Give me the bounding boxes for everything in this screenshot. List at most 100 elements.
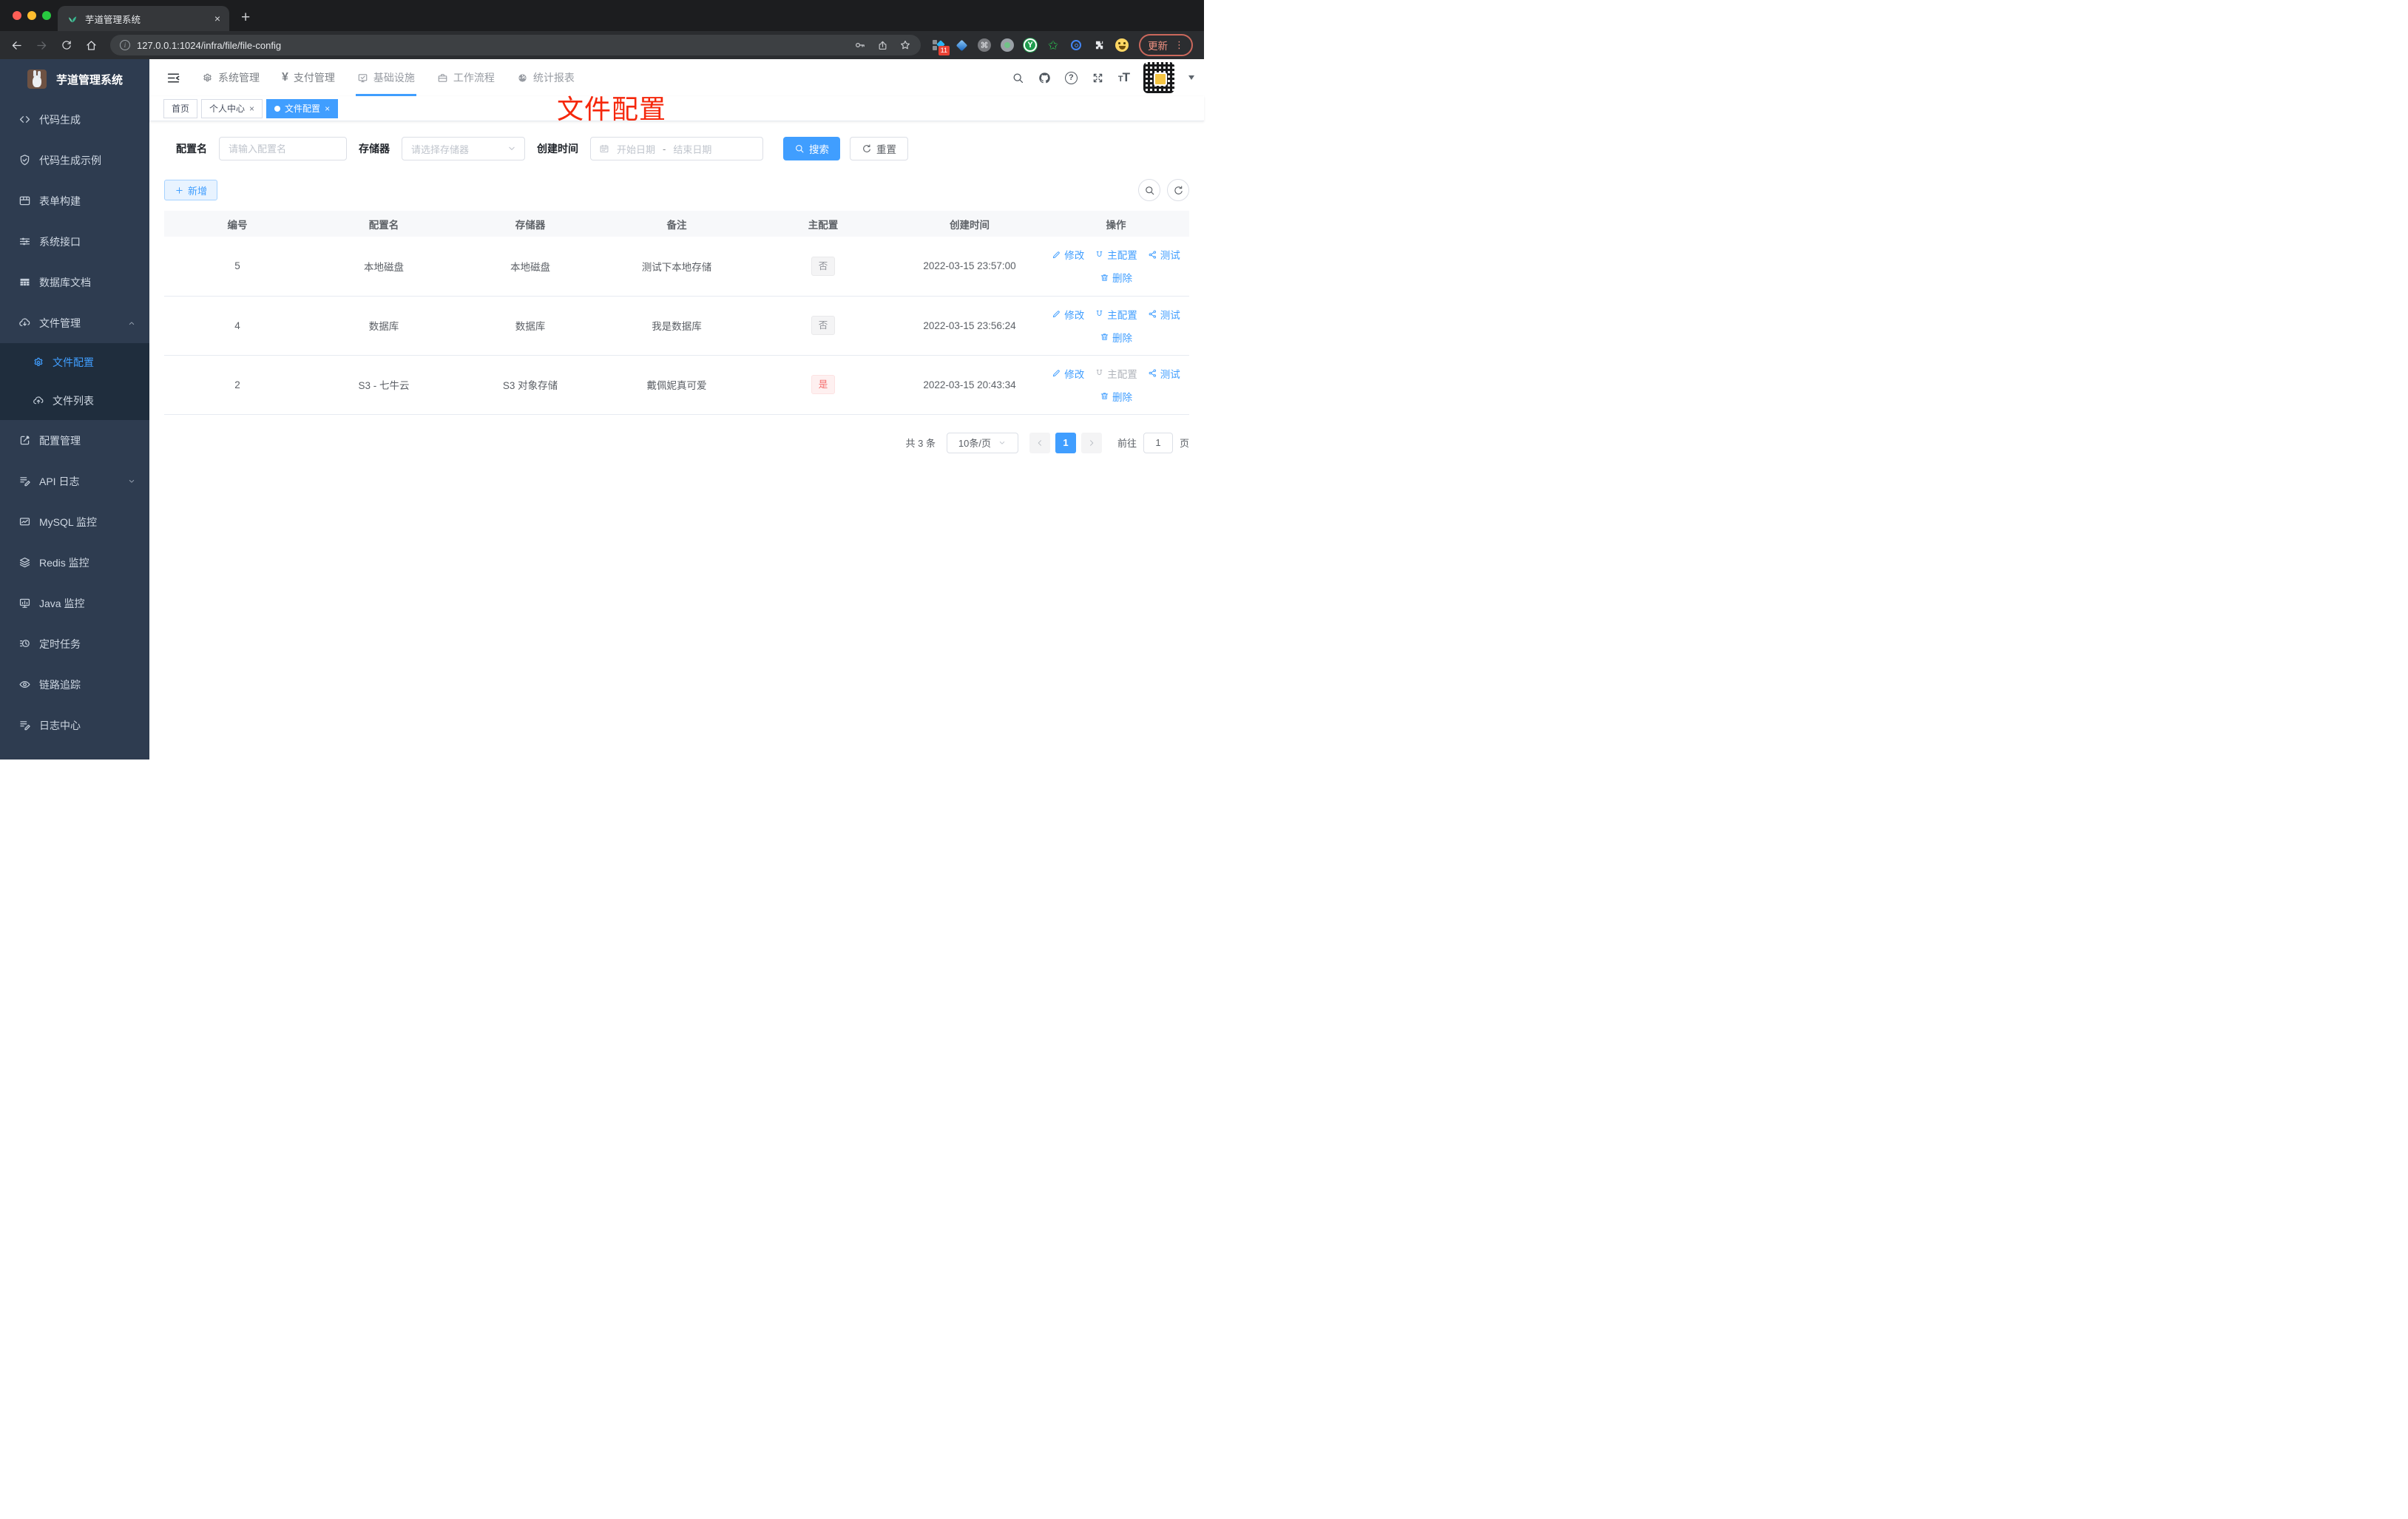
master-action[interactable]: 主配置: [1095, 307, 1137, 322]
sidebar-collapse-icon[interactable]: [166, 70, 181, 86]
date-end-placeholder[interactable]: 结束日期: [673, 142, 711, 156]
app-title: 芋道管理系统: [56, 73, 124, 87]
sidebar-item-redis-monitor[interactable]: Redis 监控: [0, 542, 149, 583]
goto-page-input[interactable]: [1143, 432, 1173, 453]
search-button[interactable]: 搜索: [783, 137, 840, 160]
test-action[interactable]: 测试: [1148, 366, 1180, 381]
avatar-caret-icon[interactable]: [1188, 75, 1194, 80]
tag-file-config[interactable]: 文件配置 ×: [266, 98, 339, 118]
extension-dot-icon[interactable]: [1001, 38, 1014, 52]
window-zoom-button[interactable]: [42, 11, 51, 20]
delete-action[interactable]: 删除: [1100, 330, 1132, 345]
reload-button[interactable]: [61, 39, 72, 51]
sidebar-item-file-config[interactable]: 文件配置: [0, 343, 149, 382]
extension-emoji-icon[interactable]: [1115, 38, 1129, 52]
bookmark-star-icon[interactable]: [899, 39, 911, 51]
master-tag: 否: [811, 315, 836, 336]
share-icon: [1148, 309, 1157, 319]
menu-system-management[interactable]: 系统管理: [191, 59, 271, 96]
tag-profile[interactable]: 个人中心 ×: [201, 98, 263, 118]
share-export-icon[interactable]: [877, 40, 888, 51]
date-start-placeholder[interactable]: 开始日期: [617, 142, 655, 156]
toggle-search-button[interactable]: [1138, 179, 1160, 201]
menu-statistics[interactable]: 统计报表: [506, 59, 586, 96]
sliders-icon: [18, 235, 31, 248]
next-page-button[interactable]: [1080, 432, 1102, 453]
help-icon[interactable]: ?: [1064, 71, 1078, 84]
edit-action[interactable]: 修改: [1052, 366, 1084, 381]
close-icon[interactable]: ×: [325, 104, 330, 113]
test-action[interactable]: 测试: [1148, 247, 1180, 262]
close-icon[interactable]: ×: [249, 104, 254, 113]
extension-star-icon[interactable]: ✩: [1046, 38, 1060, 52]
fullscreen-icon[interactable]: [1092, 72, 1104, 84]
yen-icon: ¥: [282, 71, 288, 84]
sidebar-item-code-demo[interactable]: 代码生成示例: [0, 140, 149, 180]
sidebar-logo[interactable]: 芋道管理系统: [0, 59, 149, 99]
extensions-puzzle-icon[interactable]: [1092, 38, 1106, 52]
back-button[interactable]: [10, 39, 23, 52]
sidebar-item-system-api[interactable]: 系统接口: [0, 221, 149, 262]
date-range-picker[interactable]: 开始日期 - 结束日期: [590, 137, 763, 160]
delete-action[interactable]: 删除: [1100, 389, 1132, 404]
menu-workflow[interactable]: 工作流程: [426, 59, 506, 96]
test-action[interactable]: 测试: [1148, 307, 1180, 322]
page-number-1[interactable]: 1: [1055, 432, 1076, 453]
table-toolbar: 新增: [164, 179, 1189, 201]
sidebar-item-file-list[interactable]: 文件列表: [0, 382, 149, 420]
sidebar-item-form-builder[interactable]: 表单构建: [0, 180, 149, 221]
extension-y-icon[interactable]: Y: [1024, 38, 1037, 52]
edit-action[interactable]: 修改: [1052, 247, 1084, 262]
home-button[interactable]: [85, 39, 98, 52]
delete-action[interactable]: 删除: [1100, 270, 1132, 285]
tab-close-icon[interactable]: ×: [214, 13, 220, 24]
sidebar-item-tracing[interactable]: 链路追踪: [0, 664, 149, 705]
config-name-input[interactable]: [219, 137, 347, 160]
new-tab-button[interactable]: +: [241, 9, 250, 27]
address-bar[interactable]: i 127.0.0.1:1024/infra/file/file-config: [110, 35, 921, 55]
tag-home[interactable]: 首页: [163, 98, 198, 118]
browser-update-button[interactable]: 更新 ⋮: [1139, 34, 1193, 56]
sidebar-item-scheduled-tasks[interactable]: 定时任务: [0, 623, 149, 664]
master-action[interactable]: 主配置: [1095, 247, 1137, 262]
sidebar-item-code-gen[interactable]: 代码生成: [0, 99, 149, 140]
sidebar-item-file-management[interactable]: 文件管理: [0, 302, 149, 343]
extension-tiles-icon[interactable]: 11: [932, 38, 950, 55]
col-master: 主配置: [750, 211, 896, 237]
col-storage: 存储器: [457, 211, 603, 237]
menu-payment-management[interactable]: ¥ 支付管理: [271, 59, 346, 96]
sidebar-item-db-doc[interactable]: 数据库文档: [0, 262, 149, 302]
window-minimize-button[interactable]: [27, 11, 36, 20]
forward-button[interactable]: [35, 39, 48, 52]
browser-tab[interactable]: 芋道管理系统 ×: [58, 6, 229, 31]
storage-select[interactable]: 请选择存储器: [402, 137, 525, 160]
extension-eye-icon[interactable]: [1069, 38, 1083, 52]
font-size-icon[interactable]: TT: [1118, 70, 1130, 85]
sidebar-item-api-log[interactable]: API 日志: [0, 461, 149, 501]
site-info-icon[interactable]: i: [120, 40, 130, 50]
browser-menu-dots-icon[interactable]: ⋮: [1174, 39, 1184, 51]
avatar[interactable]: [1143, 62, 1174, 93]
trash-icon: [1100, 273, 1109, 283]
extension-kite-icon[interactable]: [955, 38, 968, 52]
prev-page-button[interactable]: [1029, 432, 1050, 453]
password-key-icon[interactable]: [854, 39, 866, 51]
reset-button[interactable]: 重置: [850, 137, 908, 160]
search-icon[interactable]: [1012, 72, 1024, 84]
trash-icon: [1100, 391, 1109, 401]
sidebar-item-log-center[interactable]: 日志中心: [0, 705, 149, 745]
pencil-icon: [1052, 250, 1061, 260]
github-icon[interactable]: [1038, 72, 1051, 84]
chevron-right-icon: [1087, 439, 1096, 447]
sidebar-item-java-monitor[interactable]: Java 监控: [0, 583, 149, 623]
sidebar-item-mysql-monitor[interactable]: MySQL 监控: [0, 501, 149, 542]
window-close-button[interactable]: [13, 11, 21, 20]
refresh-table-button[interactable]: [1167, 179, 1189, 201]
add-button[interactable]: 新增: [164, 180, 218, 200]
monitor-icon: [18, 597, 31, 609]
sidebar-item-config-management[interactable]: 配置管理: [0, 420, 149, 461]
edit-action[interactable]: 修改: [1052, 307, 1084, 322]
extension-command-icon[interactable]: ⌘: [978, 38, 991, 52]
menu-infrastructure[interactable]: 基础设施: [346, 59, 426, 96]
page-size-select[interactable]: 10条/页: [946, 432, 1018, 453]
